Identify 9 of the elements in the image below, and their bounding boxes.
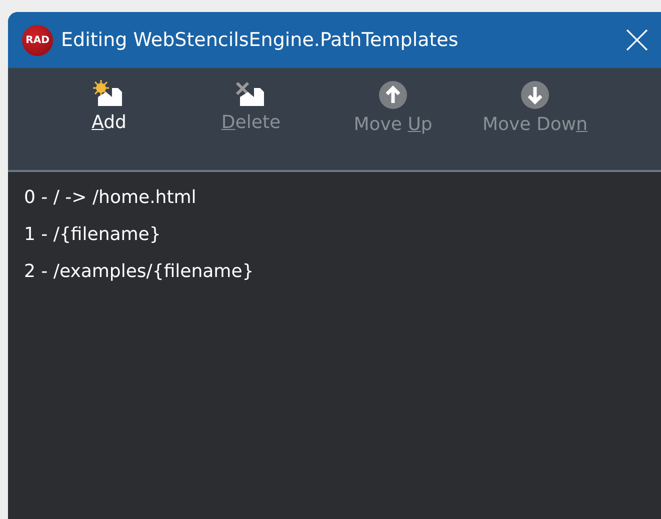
window-title: Editing WebStencilsEngine.PathTemplates [61,29,460,51]
list-item[interactable]: 0 - / -> /home.html [22,179,198,216]
arrow-up-icon [378,80,408,110]
app-logo: RAD [22,24,53,56]
close-button[interactable] [625,28,649,52]
list-item[interactable]: 1 - /{filename} [22,216,163,253]
arrow-down-icon [520,80,550,110]
list-item[interactable]: 2 - /examples/{filename} [22,253,256,290]
add-button[interactable]: Add [38,80,180,144]
